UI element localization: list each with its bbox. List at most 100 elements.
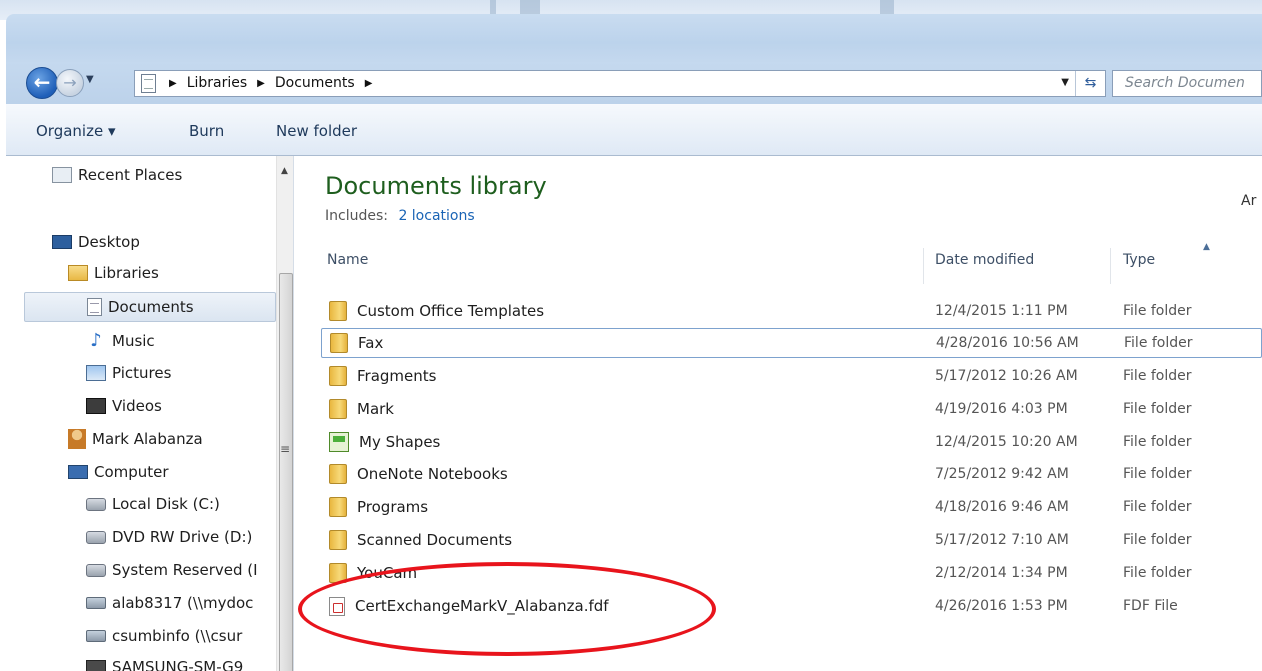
file-type: File folder xyxy=(1123,565,1192,581)
refresh-icon[interactable]: ⇆ xyxy=(1075,71,1105,96)
arrange-by-label[interactable]: Ar xyxy=(1241,193,1256,209)
burn-button[interactable]: Burn xyxy=(189,122,224,140)
file-name: My Shapes xyxy=(359,433,441,451)
forward-button[interactable]: → xyxy=(56,69,84,97)
scroll-up-icon[interactable]: ▲ xyxy=(281,166,288,176)
nav-item-user[interactable]: Mark Alabanza xyxy=(68,424,203,454)
nav-item-network-alab[interactable]: alab8317 (\\mydoc xyxy=(86,588,253,618)
sort-ascending-icon: ▲ xyxy=(1203,242,1210,252)
page-title: Documents library xyxy=(325,172,547,200)
nav-item-samsung[interactable]: SAMSUNG-SM-G9 xyxy=(86,652,243,671)
highlight-annotation xyxy=(298,562,716,656)
nav-item-label: Computer xyxy=(94,463,169,481)
nav-item-videos[interactable]: Videos xyxy=(86,391,162,421)
nav-item-dvd-drive[interactable]: DVD RW Drive (D:) xyxy=(86,522,252,552)
breadcrumb-libraries[interactable]: Libraries xyxy=(187,75,247,93)
file-date: 2/12/2014 1:34 PM xyxy=(935,565,1068,581)
nav-item-label: Documents xyxy=(108,298,194,316)
nav-item-label: Libraries xyxy=(94,264,159,282)
column-header-type[interactable]: Type xyxy=(1123,252,1155,280)
file-type: FDF File xyxy=(1123,598,1178,614)
nav-item-music[interactable]: ♪ Music xyxy=(86,326,155,356)
table-row[interactable]: Programs 4/18/2016 9:46 AM File folder xyxy=(321,492,1262,522)
recent-places-icon xyxy=(52,167,72,183)
file-name: Fragments xyxy=(357,367,437,385)
organize-button[interactable]: Organize ▾ xyxy=(36,122,116,140)
includes-label: Includes: xyxy=(325,208,388,224)
nav-item-system-reserved[interactable]: System Reserved (I xyxy=(86,555,258,585)
nav-item-documents[interactable]: Documents xyxy=(24,292,276,322)
nav-item-label: Local Disk (C:) xyxy=(112,495,220,513)
table-row[interactable]: Fragments 5/17/2012 10:26 AM File folder xyxy=(321,361,1262,391)
column-header-name[interactable]: Name xyxy=(327,252,368,280)
computer-icon xyxy=(68,465,88,479)
nav-item-label: Music xyxy=(112,332,155,350)
folder-icon xyxy=(329,497,347,517)
nav-item-recent-places[interactable]: Recent Places xyxy=(52,160,182,190)
back-button[interactable]: ← xyxy=(26,67,58,99)
disk-icon xyxy=(86,563,106,577)
scroll-thumb[interactable] xyxy=(279,273,293,671)
pictures-icon xyxy=(86,365,106,381)
nav-item-network-csumb[interactable]: csumbinfo (\\csur xyxy=(86,621,242,651)
breadcrumb-arrow-icon[interactable]: ▶ xyxy=(365,75,373,93)
file-date: 4/18/2016 9:46 AM xyxy=(935,499,1069,515)
recent-pages-dropdown[interactable]: ▼ xyxy=(86,74,94,85)
documents-icon xyxy=(141,74,156,93)
file-date: 12/4/2015 10:20 AM xyxy=(935,434,1078,450)
libraries-icon xyxy=(68,265,88,281)
file-name: Custom Office Templates xyxy=(357,302,545,320)
file-name: Mark xyxy=(357,400,394,418)
file-date: 4/28/2016 10:56 AM xyxy=(936,335,1079,351)
folder-icon xyxy=(330,333,348,353)
file-type: File folder xyxy=(1123,303,1192,319)
nav-scrollbar[interactable]: ▲ ≡ xyxy=(276,156,293,671)
address-bar[interactable]: ▶ Libraries ▶ Documents ▶ ▼ ⇆ xyxy=(134,70,1106,97)
search-input[interactable]: Search Documen xyxy=(1112,70,1262,97)
nav-item-label: Mark Alabanza xyxy=(92,430,203,448)
nav-item-label: Desktop xyxy=(78,233,140,251)
file-date: 5/17/2012 10:26 AM xyxy=(935,368,1078,384)
table-row[interactable]: My Shapes 12/4/2015 10:20 AM File folder xyxy=(321,427,1262,457)
file-name: OneNote Notebooks xyxy=(357,465,508,483)
breadcrumb: ▶ Libraries ▶ Documents ▶ xyxy=(169,75,372,93)
nav-item-label: Recent Places xyxy=(78,166,183,184)
nav-item-libraries[interactable]: Libraries xyxy=(68,258,159,288)
file-name: Fax xyxy=(358,334,384,352)
scroll-grip-icon: ≡ xyxy=(280,442,291,456)
nav-item-label: System Reserved (I xyxy=(112,561,258,579)
breadcrumb-documents[interactable]: Documents xyxy=(275,75,355,93)
nav-item-desktop[interactable]: Desktop xyxy=(52,227,140,257)
table-row[interactable]: Scanned Documents 5/17/2012 7:10 AM File… xyxy=(321,525,1262,555)
new-folder-button[interactable]: New folder xyxy=(276,122,357,140)
file-type: File folder xyxy=(1123,434,1192,450)
table-row[interactable]: Mark 4/19/2016 4:03 PM File folder xyxy=(321,394,1262,424)
music-icon: ♪ xyxy=(90,330,102,351)
file-type: File folder xyxy=(1123,499,1192,515)
breadcrumb-arrow-icon[interactable]: ▶ xyxy=(257,75,265,93)
local-disk-icon xyxy=(86,497,106,511)
locations-link[interactable]: 2 locations xyxy=(398,208,474,224)
column-divider[interactable] xyxy=(923,248,924,284)
command-bar: Organize ▾ Burn New folder xyxy=(6,104,1262,156)
nav-item-local-disk[interactable]: Local Disk (C:) xyxy=(86,489,220,519)
table-row[interactable]: Fax 4/28/2016 10:56 AM File folder xyxy=(321,328,1262,358)
table-row[interactable]: Custom Office Templates 12/4/2015 1:11 P… xyxy=(321,296,1262,326)
nav-item-computer[interactable]: Computer xyxy=(68,457,169,487)
breadcrumb-arrow-icon[interactable]: ▶ xyxy=(169,75,177,93)
library-includes: Includes: 2 locations xyxy=(325,208,475,224)
folder-icon xyxy=(329,530,347,550)
nav-item-label: csumbinfo (\\csur xyxy=(112,627,243,645)
table-row[interactable]: OneNote Notebooks 7/25/2012 9:42 AM File… xyxy=(321,459,1262,489)
address-dropdown-icon[interactable]: ▼ xyxy=(1061,77,1069,88)
column-header-date[interactable]: Date modified xyxy=(935,252,1034,280)
nav-item-label: SAMSUNG-SM-G9 xyxy=(112,658,244,671)
address-row: ← → ▼ ▶ Libraries ▶ Documents ▶ ▼ ⇆ Sear… xyxy=(6,62,1262,104)
network-drive-icon xyxy=(86,597,106,609)
file-type: File folder xyxy=(1123,466,1192,482)
network-drive-icon xyxy=(86,630,106,642)
column-divider[interactable] xyxy=(1110,248,1111,284)
nav-item-pictures[interactable]: Pictures xyxy=(86,358,171,388)
navigation-pane: Recent Places Desktop Libraries Document… xyxy=(6,156,294,671)
folder-icon xyxy=(329,399,347,419)
